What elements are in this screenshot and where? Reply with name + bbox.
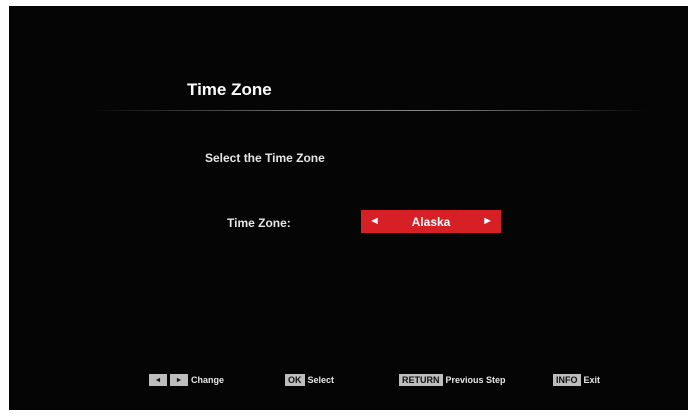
right-arrow-icon[interactable]: ►: [482, 216, 493, 227]
key-hint-bar: ◄ ► Change OK Select RETURN Previous Ste…: [9, 374, 688, 394]
exit-label: Exit: [583, 375, 601, 385]
title-divider: [89, 110, 649, 111]
return-key: RETURN: [399, 374, 443, 386]
time-zone-label: Time Zone:: [227, 216, 291, 230]
left-key-icon: ◄: [149, 374, 167, 386]
exit-hint[interactable]: INFO Exit: [553, 374, 600, 386]
time-zone-value: Alaska: [411, 214, 451, 229]
previous-step-label: Previous Step: [445, 375, 506, 385]
ok-key: OK: [285, 374, 305, 386]
info-key: INFO: [553, 374, 581, 386]
instruction-text: Select the Time Zone: [205, 151, 325, 165]
left-arrow-icon[interactable]: ◄: [369, 216, 380, 227]
change-label: Change: [191, 375, 225, 385]
time-zone-selector[interactable]: ◄ Alaska ►: [361, 210, 501, 233]
page-title: Time Zone: [187, 80, 272, 99]
select-hint[interactable]: OK Select: [285, 374, 334, 386]
tv-setup-screen: Time Zone Select the Time Zone Time Zone…: [9, 6, 688, 410]
select-label: Select: [307, 375, 335, 385]
right-key-icon: ►: [170, 374, 188, 386]
previous-step-hint[interactable]: RETURN Previous Step: [399, 374, 506, 386]
change-hint[interactable]: ◄ ► Change: [149, 374, 224, 386]
